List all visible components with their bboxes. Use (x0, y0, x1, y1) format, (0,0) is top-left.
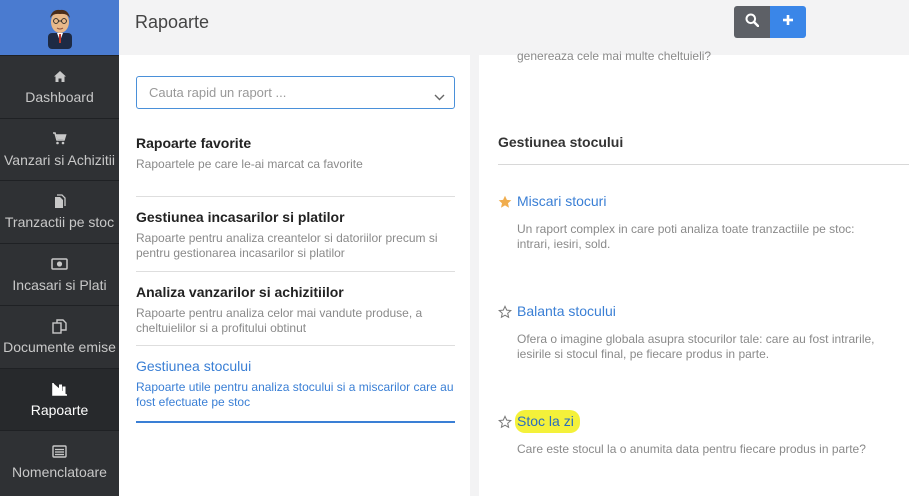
sidebar-item-vanzari-si-achizitii[interactable]: Vanzari si Achizitii (0, 117, 119, 181)
page-title: Rapoarte (135, 12, 210, 32)
report-link-highlighted[interactable]: Stoc la zi (515, 410, 580, 433)
cart-icon (52, 131, 67, 147)
report-description: Care este stocul la o anumita data pentr… (517, 442, 866, 456)
category-gestiunea-stocului[interactable]: Gestiunea stocului Rapoarte utile pentru… (136, 358, 455, 410)
sidebar-item-dashboard[interactable]: Dashboard (0, 55, 119, 118)
category-description: Rapoartele pe care le-ai marcat ca favor… (136, 157, 363, 171)
report-link[interactable]: Balanta stocului (517, 303, 616, 319)
divider (136, 196, 455, 197)
avatar[interactable] (42, 7, 78, 49)
chevron-down-icon[interactable] (434, 88, 445, 106)
category-description: Rapoarte utile pentru analiza stocului s… (136, 380, 454, 409)
active-category-indicator (136, 421, 455, 423)
sidebar: Dashboard Vanzari si Achizitii Tranzacti… (0, 0, 119, 496)
sidebar-item-label: Incasari si Plati (12, 276, 107, 293)
star-outline-icon[interactable] (498, 305, 512, 324)
category-analiza-vanzarilor[interactable]: Analiza vanzarilor si achizitiilor Rapoa… (136, 284, 455, 336)
report-description: Ofera o imagine globala asupra stocurilo… (517, 332, 875, 361)
search-button[interactable] (734, 6, 770, 38)
category-title[interactable]: Gestiunea incasarilor si platilor (136, 209, 455, 225)
category-title[interactable]: Gestiunea stocului (136, 358, 455, 374)
divider (136, 345, 455, 346)
money-icon (51, 256, 68, 272)
copy-icon (52, 318, 67, 334)
category-rapoarte-favorite[interactable]: Rapoarte favorite Rapoartele pe care le-… (136, 135, 455, 172)
divider (136, 271, 455, 272)
report-item-miscari-stocuri: Miscari stocuri Un raport complex in car… (498, 193, 898, 252)
bar-chart-icon (51, 381, 68, 397)
sidebar-item-label: Vanzari si Achizitii (3, 151, 115, 168)
report-description: Un raport complex in care poti analiza t… (517, 222, 855, 251)
sidebar-item-tranzactii-pe-stoc[interactable]: Tranzactii pe stoc (0, 180, 119, 243)
sidebar-item-label: Tranzactii pe stoc (4, 214, 115, 231)
report-search-input[interactable] (137, 77, 454, 108)
sidebar-item-label: Rapoarte (30, 401, 89, 418)
sidebar-item-documente-emise[interactable]: Documente emise (0, 305, 119, 368)
report-item-stoc-la-zi: Stoc la zi Care este stocul la o anumita… (498, 410, 898, 457)
home-icon (53, 68, 67, 84)
category-title[interactable]: Analiza vanzarilor si achizitiilor (136, 284, 455, 300)
sidebar-item-rapoarte[interactable]: Rapoarte (0, 367, 119, 430)
category-title[interactable]: Rapoarte favorite (136, 135, 455, 151)
star-outline-icon[interactable] (498, 415, 512, 434)
category-gestiunea-incasarilor[interactable]: Gestiunea incasarilor si platilor Rapoar… (136, 209, 455, 261)
user-avatar-area[interactable] (0, 0, 119, 55)
sidebar-item-label: Documente emise (3, 339, 116, 356)
document-icon (53, 193, 66, 209)
reports-list-panel: genereaza cele mai multe cheltuieli? Ges… (479, 49, 909, 496)
search-icon (745, 13, 760, 32)
category-description: Rapoarte pentru analiza creantelor si da… (136, 231, 438, 260)
report-categories-panel: Rapoarte favorite Rapoartele pe care le-… (119, 55, 470, 496)
add-button[interactable] (770, 6, 806, 38)
star-filled-icon[interactable] (498, 195, 512, 214)
list-icon (52, 443, 67, 459)
category-description: Rapoarte pentru analiza celor mai vandut… (136, 306, 423, 335)
sidebar-item-label: Dashboard (25, 89, 94, 106)
report-item-balanta-stocului: Balanta stocului Ofera o imagine globala… (498, 303, 898, 362)
highlight-marker[interactable]: Stoc la zi (515, 410, 580, 433)
report-link[interactable]: Miscari stocuri (517, 193, 606, 209)
sidebar-item-nomenclatoare[interactable]: Nomenclatoare (0, 430, 119, 493)
sidebar-item-incasari-si-plati[interactable]: Incasari si Plati (0, 242, 119, 306)
sidebar-item-label: Nomenclatoare (12, 464, 107, 481)
report-description: genereaza cele mai multe cheltuieli? (517, 49, 712, 63)
header: Rapoarte (119, 0, 909, 55)
plus-icon (782, 13, 794, 31)
section-title: Gestiunea stocului (498, 134, 624, 150)
section-divider (498, 164, 909, 165)
report-search-box[interactable] (136, 76, 455, 109)
